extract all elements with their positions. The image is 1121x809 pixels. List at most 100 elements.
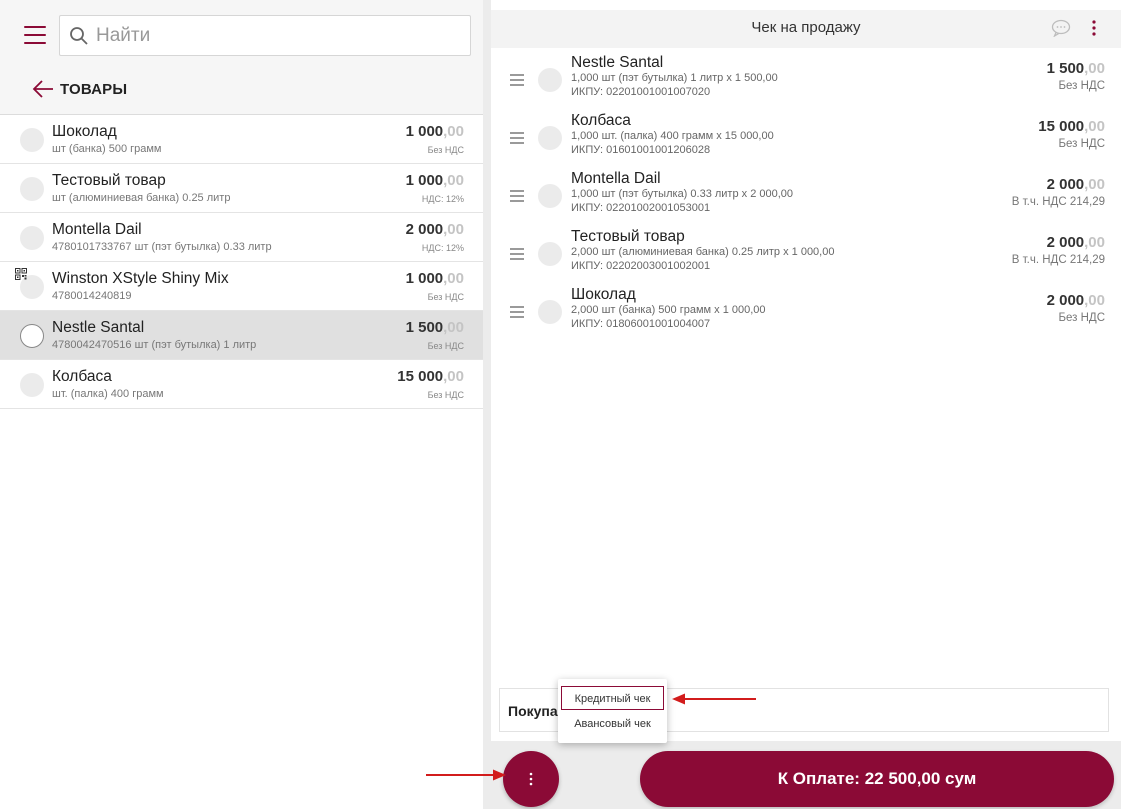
- receipt-line[interactable]: Nestle Santal 1,000 шт (пэт бутылка) 1 л…: [491, 54, 1121, 114]
- line-avatar: [538, 68, 562, 92]
- product-name: Winston XStyle Shiny Mix: [52, 270, 229, 287]
- line-name: Шоколад: [571, 286, 636, 303]
- hamburger-menu-icon[interactable]: [24, 26, 46, 44]
- product-tax: НДС: 12%: [421, 194, 464, 204]
- search-field[interactable]: [59, 15, 471, 56]
- line-avatar: [538, 242, 562, 266]
- menu-item-advance-receipt[interactable]: Авансовый чек: [561, 712, 664, 736]
- product-price: 1 000,00: [405, 270, 464, 287]
- line-price: 15 000,00: [1038, 118, 1105, 135]
- product-tax: Без НДС: [427, 390, 464, 400]
- product-price: 1 500,00: [405, 319, 464, 336]
- back-label: ТОВАРЫ: [60, 80, 128, 98]
- product-name: Nestle Santal: [52, 319, 145, 336]
- receipt-type-menu: Кредитный чек Авансовый чек: [558, 679, 667, 743]
- product-name: Колбаса: [52, 368, 112, 385]
- line-avatar: [538, 300, 562, 324]
- product-details: шт (банка) 500 грамм: [52, 143, 162, 155]
- products-header: ТОВАРЫ: [0, 0, 483, 115]
- line-price: 2 000,00: [1046, 292, 1105, 309]
- line-detail: 1,000 шт. (палка) 400 грамм x 15 000,00: [571, 130, 774, 142]
- bottom-action-bar: К Оплате: 22 500,00 сум: [491, 741, 1121, 809]
- line-tax: В т.ч. НДС 214,29: [1011, 254, 1105, 266]
- receipt-options-button[interactable]: [503, 751, 559, 807]
- product-details: шт. (палка) 400 грамм: [52, 388, 164, 400]
- receipt-line[interactable]: Колбаса 1,000 шт. (палка) 400 грамм x 15…: [491, 112, 1121, 172]
- receipt-title: Чек на продажу: [751, 19, 861, 36]
- drag-handle-icon[interactable]: [510, 74, 524, 86]
- product-avatar: [20, 128, 44, 152]
- product-price: 1 000,00: [405, 172, 464, 189]
- product-item[interactable]: Winston XStyle Shiny Mix 4780014240819 1…: [0, 262, 483, 311]
- product-name: Тестовый товар: [52, 172, 166, 189]
- product-avatar: [20, 226, 44, 250]
- product-item[interactable]: Тестовый товар шт (алюминиевая банка) 0.…: [0, 164, 483, 213]
- product-details: 4780042470516 шт (пэт бутылка) 1 литр: [52, 339, 257, 351]
- product-name: Montella Dail: [52, 221, 142, 238]
- line-name: Колбаса: [571, 112, 631, 129]
- product-item-selected[interactable]: Nestle Santal 4780042470516 шт (пэт буты…: [0, 311, 483, 360]
- back-to-products[interactable]: ТОВАРЫ: [32, 76, 127, 102]
- products-panel: ТОВАРЫ Шоколад шт (банка) 500 грамм 1 00…: [0, 0, 483, 809]
- annotation-arrow-icon: [672, 693, 756, 705]
- more-vertical-icon: [529, 772, 533, 786]
- panel-divider: [483, 0, 491, 809]
- product-price: 15 000,00: [397, 368, 464, 385]
- line-tax: Без НДС: [1058, 138, 1105, 150]
- line-tax: Без НДС: [1058, 312, 1105, 324]
- product-avatar: [20, 373, 44, 397]
- qr-code-icon: [15, 268, 27, 280]
- product-tax: НДС: 12%: [421, 243, 464, 253]
- line-tax: В т.ч. НДС 214,29: [1011, 196, 1105, 208]
- product-item[interactable]: Шоколад шт (банка) 500 грамм 1 000,00 Бе…: [0, 115, 483, 164]
- product-details: 4780014240819: [52, 290, 132, 302]
- product-avatar: [20, 324, 44, 348]
- drag-handle-icon[interactable]: [510, 190, 524, 202]
- search-icon: [70, 27, 88, 45]
- comment-icon[interactable]: [1051, 19, 1071, 37]
- line-ikpu: ИКПУ: 02202003001002001: [571, 260, 711, 272]
- line-ikpu: ИКПУ: 01601001001206028: [571, 144, 711, 156]
- drag-handle-icon[interactable]: [510, 306, 524, 318]
- product-list: Шоколад шт (банка) 500 грамм 1 000,00 Бе…: [0, 115, 483, 409]
- product-tax: Без НДС: [427, 145, 464, 155]
- pay-button[interactable]: К Оплате: 22 500,00 сум: [640, 751, 1114, 807]
- line-name: Nestle Santal: [571, 54, 664, 71]
- line-price: 2 000,00: [1046, 234, 1105, 251]
- product-tax: Без НДС: [427, 292, 464, 302]
- product-name: Шоколад: [52, 123, 117, 140]
- buyer-label: Покупа: [508, 703, 558, 719]
- receipt-line[interactable]: Montella Dail 1,000 шт (пэт бутылка) 0.3…: [491, 170, 1121, 230]
- line-tax: Без НДС: [1058, 80, 1105, 92]
- line-ikpu: ИКПУ: 01806001001004007: [571, 318, 711, 330]
- more-vertical-icon[interactable]: [1087, 18, 1101, 38]
- receipt-line[interactable]: Тестовый товар 2,000 шт (алюминиевая бан…: [491, 228, 1121, 288]
- line-price: 2 000,00: [1046, 176, 1105, 193]
- product-avatar: [20, 177, 44, 201]
- line-detail: 2,000 шт (алюминиевая банка) 0.25 литр x…: [571, 246, 835, 258]
- line-detail: 1,000 шт (пэт бутылка) 1 литр x 1 500,00: [571, 72, 778, 84]
- product-price: 1 000,00: [405, 123, 464, 140]
- product-item[interactable]: Колбаса шт. (палка) 400 грамм 15 000,00 …: [0, 360, 483, 409]
- annotation-arrow-icon: [426, 769, 506, 781]
- line-avatar: [538, 126, 562, 150]
- product-details: шт (алюминиевая банка) 0.25 литр: [52, 192, 231, 204]
- product-price: 2 000,00: [405, 221, 464, 238]
- line-avatar: [538, 184, 562, 208]
- line-ikpu: ИКПУ: 02201002001053001: [571, 202, 711, 214]
- line-price: 1 500,00: [1046, 60, 1105, 77]
- receipt-header: Чек на продажу: [491, 10, 1121, 48]
- search-input[interactable]: [96, 22, 456, 50]
- menu-item-credit-receipt[interactable]: Кредитный чек: [561, 686, 664, 710]
- product-details: 4780101733767 шт (пэт бутылка) 0.33 литр: [52, 241, 272, 253]
- line-name: Montella Dail: [571, 170, 661, 187]
- product-tax: Без НДС: [427, 341, 464, 351]
- drag-handle-icon[interactable]: [510, 132, 524, 144]
- line-ikpu: ИКПУ: 02201001001007020: [571, 86, 711, 98]
- receipt-line[interactable]: Шоколад 2,000 шт (банка) 500 грамм x 1 0…: [491, 286, 1121, 346]
- drag-handle-icon[interactable]: [510, 248, 524, 260]
- product-item[interactable]: Montella Dail 4780101733767 шт (пэт буты…: [0, 213, 483, 262]
- arrow-left-icon: [32, 80, 53, 98]
- line-detail: 1,000 шт (пэт бутылка) 0.33 литр x 2 000…: [571, 188, 794, 200]
- line-detail: 2,000 шт (банка) 500 грамм x 1 000,00: [571, 304, 766, 316]
